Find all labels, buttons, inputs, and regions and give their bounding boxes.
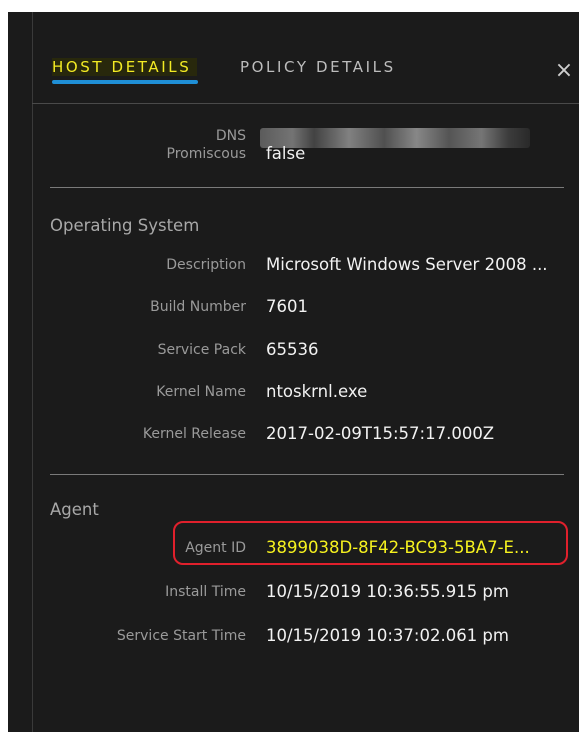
promiscuous-value: false: [266, 144, 306, 163]
agent-row-label: Service Start Time: [116, 628, 246, 644]
promiscuous-label: Promiscous: [166, 146, 246, 162]
host-details-panel: HOST DETAILS POLICY DETAILS × DNS Promis…: [8, 12, 579, 732]
agent-service-start-time-value: 10/15/2019 10:37:02.061 pm: [266, 626, 509, 645]
active-tab-indicator: [52, 80, 198, 84]
header-separator: [32, 103, 579, 104]
os-row-label: Kernel Name: [156, 384, 246, 400]
os-row-label: Kernel Release: [142, 426, 246, 442]
panel-header: HOST DETAILS POLICY DETAILS ×: [8, 12, 579, 104]
os-build-number-value: 7601: [266, 297, 308, 316]
close-icon[interactable]: ×: [553, 60, 575, 82]
panel-left-border: [32, 12, 33, 732]
agent-install-time-value: 10/15/2019 10:36:55.915 pm: [266, 582, 509, 601]
agent-row-label: Agent ID: [185, 540, 246, 556]
os-row-label: Description: [166, 257, 246, 273]
os-row-label: Build Number: [150, 299, 246, 315]
tab-host-details[interactable]: HOST DETAILS: [52, 58, 198, 76]
os-kernel-name-value: ntoskrnl.exe: [266, 382, 368, 401]
agent-id-value: 3899038D-8F42-BC93-5BA7-E...: [266, 538, 530, 557]
os-kernel-release-value: 2017-02-09T15:57:17.000Z: [266, 424, 495, 443]
os-description-value: Microsoft Windows Server 2008 ...: [266, 255, 548, 274]
tab-policy-details[interactable]: POLICY DETAILS: [240, 58, 396, 76]
agent-title: Agent: [50, 500, 99, 519]
section-divider: [50, 187, 564, 188]
dns-label: DNS: [215, 128, 246, 144]
section-divider: [50, 474, 564, 475]
os-service-pack-value: 65536: [266, 340, 319, 359]
agent-row-label: Install Time: [165, 584, 246, 600]
os-row-label: Service Pack: [157, 342, 246, 358]
operating-system-title: Operating System: [50, 216, 200, 235]
